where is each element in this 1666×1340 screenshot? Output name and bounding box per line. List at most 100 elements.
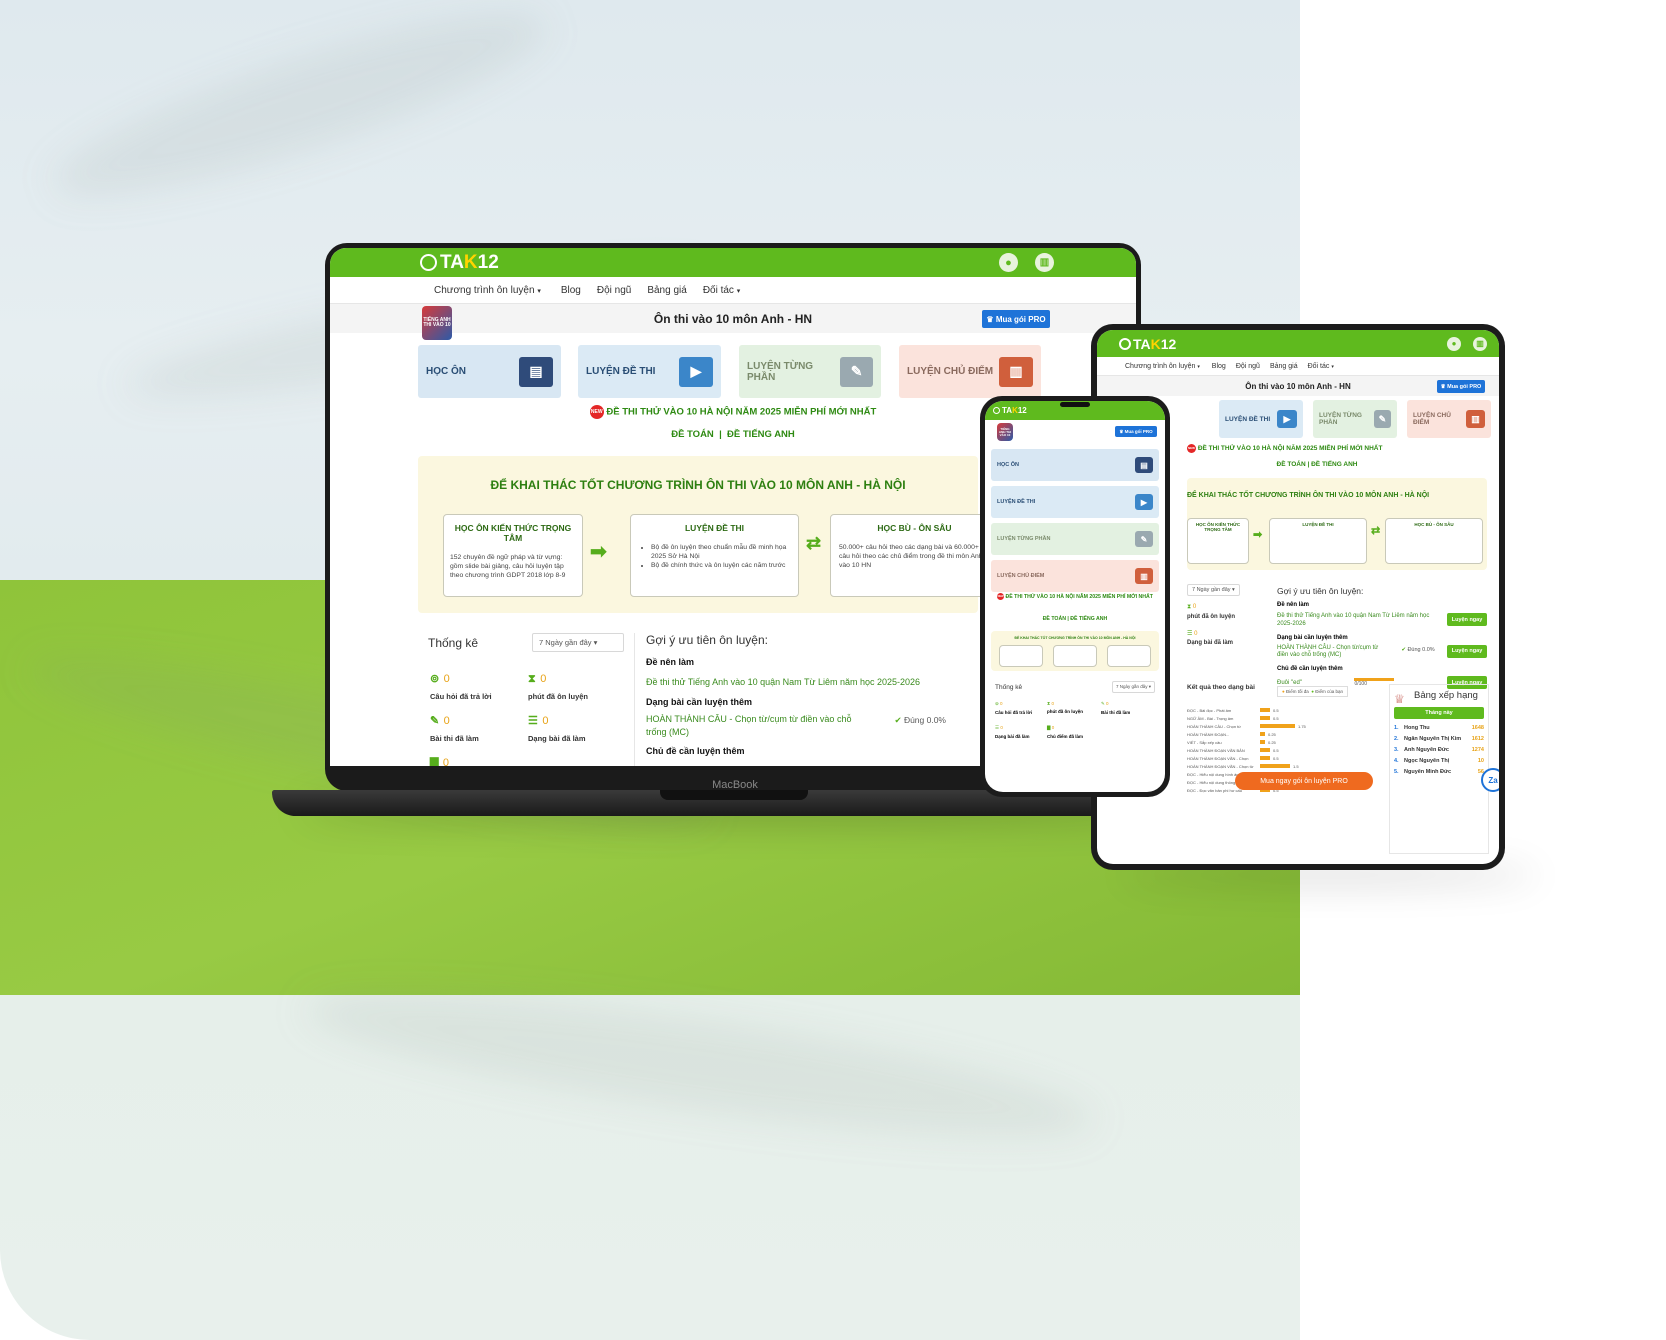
nav-pricing[interactable]: Bảng giá	[1270, 363, 1298, 370]
buy-pro-cta[interactable]: Mua ngay gói ôn luyện PRO	[1235, 772, 1373, 790]
rank-name: Anh Nguyễn Đức	[1404, 747, 1449, 754]
bulb-icon	[420, 254, 437, 271]
tak12-logo[interactable]: TA K 12	[993, 406, 1027, 415]
new-badge: NEW	[997, 593, 1005, 600]
result-bar	[1260, 756, 1270, 760]
stats-title: Thống kê	[428, 635, 479, 650]
trophy-icon: ♕	[1394, 692, 1405, 706]
caret-down-icon: ▾	[736, 287, 741, 295]
checklist-icon: ✎	[1135, 531, 1153, 547]
exam-notice: NEW ĐỀ THI THỬ VÀO 10 HÀ NỘI NĂM 2025 MI…	[1187, 444, 1383, 453]
monitor-icon: ▶	[1135, 494, 1153, 510]
page-title: Ôn thi vào 10 môn Anh - HN	[1245, 381, 1351, 391]
guide-box-learn	[999, 645, 1043, 667]
card-luyen-chu-diem[interactable]: LUYỆN CHỦ ĐIỂM ▥	[991, 560, 1159, 592]
buy-pro-button[interactable]: ♛ Mua gói PRO	[1437, 380, 1485, 393]
pencil-icon: ✎	[430, 715, 440, 727]
guide-title: ĐỂ KHAI THÁC TỐT CHƯƠNG TRÌNH ÔN THI VÀO…	[490, 478, 906, 492]
buy-pro-button[interactable]: ♛ Mua gói PRO	[982, 310, 1050, 328]
chart-icon[interactable]: ▥	[1473, 336, 1487, 351]
nav-program[interactable]: Chương trình ôn luyện ▾	[1125, 363, 1200, 370]
nav-team[interactable]: Đội ngũ	[1236, 363, 1260, 370]
suggest-type-link[interactable]: HOÀN THÀNH CÂU - Chọn từ/cụm từ điền vào…	[646, 713, 871, 738]
phone-screen: TA K 12 TIẾNG ANH THI VÀO 10 ♛ Mua gói PRO…	[985, 401, 1165, 792]
card-luyen-chu-diem[interactable]: LUYỆN CHỦ ĐIỂM ▥	[899, 345, 1041, 398]
nav-team[interactable]: Đội ngũ	[597, 285, 631, 296]
nav-program[interactable]: Chương trình ôn luyện ▾	[434, 285, 541, 296]
guide-box-deep: HỌC BÙ - ÔN SÂU	[1385, 518, 1483, 564]
result-value: 1.75	[1298, 723, 1306, 729]
header-icons: ● ▥	[999, 253, 1054, 272]
result-value: 0.5	[1273, 715, 1279, 721]
zalo-chat-button[interactable]: Za	[1481, 768, 1499, 792]
stats-range-select[interactable]: 7 Ngày gần đây ▾	[1187, 584, 1240, 596]
stat-minutes: ⧗ 0 phút đã ôn luyện	[1047, 701, 1083, 714]
result-row: NGỮ ÂM - Bài - Trọng âm 0.5	[1187, 714, 1385, 722]
stat-types: ☰ 0 Dạng bài đã làm	[1187, 631, 1234, 646]
stats-range-select[interactable]: 7 Ngày gần đây ▾	[532, 633, 624, 652]
new-badge: NEW	[589, 405, 604, 419]
tak12-logo[interactable]: TA K 12	[420, 252, 499, 274]
card-luyen-de-thi[interactable]: LUYỆN ĐỀ THI ▶	[578, 345, 721, 398]
card-luyen-tung-phan[interactable]: LUYỆN TỪNG PHẦN ✎	[1313, 400, 1397, 438]
nav-blog[interactable]: Blog	[561, 285, 581, 296]
rank-name: Nguyễn Minh Đức	[1404, 769, 1452, 776]
nav-pricing[interactable]: Bảng giá	[647, 285, 686, 296]
practice-now-button[interactable]: Luyện ngay	[1447, 613, 1487, 626]
checklist-icon: ✎	[1373, 410, 1391, 428]
bookmark-icon: ▇	[430, 757, 439, 766]
rank-score: 1612	[1471, 736, 1484, 743]
ranking-tab-month[interactable]: Tháng này	[1394, 707, 1484, 720]
card-luyen-de-thi[interactable]: LUYỆN ĐỀ THI ▶	[991, 486, 1159, 518]
exam-notice-text[interactable]: ĐỀ THI THỬ VÀO 10 HÀ NỘI NĂM 2025 MIỄN P…	[606, 407, 876, 418]
stats-grid: ⊚ 0 Câu hỏi đã trả lời ⧗ 0 phút đã ôn luyệ…	[995, 701, 1155, 739]
card-hoc-on[interactable]: HỌC ÔN ▤	[418, 345, 561, 398]
result-label: ĐỌC - Bài đọc - Phát âm	[1187, 707, 1232, 713]
list-icon: ☰	[995, 725, 1000, 730]
guide-box-exams: LUYỆN ĐỀ THI	[1269, 518, 1367, 564]
result-bar	[1260, 716, 1270, 720]
stats-header: Thống kê 7 Ngày gần đây ▾	[995, 681, 1155, 693]
card-luyen-tung-phan[interactable]: LUYỆN TỪNG PHẦN ✎	[991, 523, 1159, 555]
suggest-exam-link[interactable]: Đề thi thử Tiếng Anh vào 10 quận Nam Từ …	[646, 677, 946, 687]
buy-pro-button[interactable]: ♛ Mua gói PRO	[1115, 426, 1157, 437]
stat-topics: ▇ 0 Chủ điểm đã làm	[1047, 725, 1084, 739]
stat-tests: ✎ 0 Bài thi đã làm	[430, 715, 479, 743]
user-icon[interactable]: ●	[1447, 336, 1461, 351]
ranking-row: 3. Anh Nguyễn Đức 1274	[1394, 747, 1484, 753]
nav-partner[interactable]: Đối tác ▾	[703, 285, 740, 296]
monitor-icon: ▶	[1277, 410, 1297, 428]
card-luyen-tung-phan[interactable]: LUYỆN TỪNG PHẦN ✎	[739, 345, 881, 398]
link-math-exam[interactable]: ĐỀ TOÁN	[671, 429, 714, 440]
chart-icon[interactable]: ▥	[1035, 253, 1054, 272]
guide-box-deep: HỌC BÙ - ÔN SÂU 50.000+ câu hỏi theo các…	[830, 514, 999, 597]
stats-panel: Thống kê 7 Ngày gần đây ▾ ⊚ 0 Câu hỏi đã …	[418, 633, 634, 766]
card-luyen-de-thi[interactable]: LUYỆN ĐỀ THI ▶	[1219, 400, 1303, 438]
practice-now-button[interactable]: Luyện ngay	[1446, 644, 1487, 658]
card-luyen-chu-diem[interactable]: LUYỆN CHỦ ĐIỂM ▥	[1407, 400, 1491, 438]
bookmark-icon: ▇	[1047, 725, 1051, 730]
stats-range-select[interactable]: 7 Ngày gần đây ▾	[1111, 681, 1155, 693]
legend-dot: ●	[1311, 689, 1314, 694]
stats-header: Thống kê 7 Ngày gần đây ▾	[418, 633, 634, 652]
rank-number: 5.	[1394, 769, 1399, 776]
rank-number: 2.	[1394, 736, 1399, 743]
ranking-row: 2. Ngân Nguyễn Thị Kim 1612	[1394, 736, 1484, 742]
result-row: VIẾT - Sắp xếp câu 0.25	[1187, 738, 1385, 746]
tak12-logo[interactable]: TA K 12	[1119, 336, 1176, 352]
link-english-exam[interactable]: ĐỀ TIẾNG ANH	[727, 429, 795, 440]
exam-badge-logo: TIẾNG ANH THI VÀO 10	[422, 306, 452, 340]
nav-partner[interactable]: Đối tác ▾	[1308, 363, 1334, 370]
result-bar	[1260, 732, 1265, 736]
stat-tests: ✎ 0 Bài thi đã làm	[1101, 701, 1131, 715]
main-nav: Chương trình ôn luyện ▾ Blog Đội ngũ Bản…	[330, 277, 1136, 304]
open-book-icon: ▥	[999, 356, 1033, 387]
guide-box-learn: HỌC ÔN KIẾN THỨC TRỌNG TÂM	[1187, 518, 1249, 564]
nav-blog[interactable]: Blog	[1212, 363, 1226, 370]
stat-minutes: ⧗ 0 phút đã ôn luyện	[528, 673, 588, 701]
book-icon: ▤	[519, 356, 553, 387]
user-icon[interactable]: ●	[999, 253, 1018, 272]
rank-score: 10	[1477, 758, 1484, 765]
card-hoc-on[interactable]: HỌC ÔN ▤	[991, 449, 1159, 481]
bulb-icon	[993, 407, 1000, 414]
